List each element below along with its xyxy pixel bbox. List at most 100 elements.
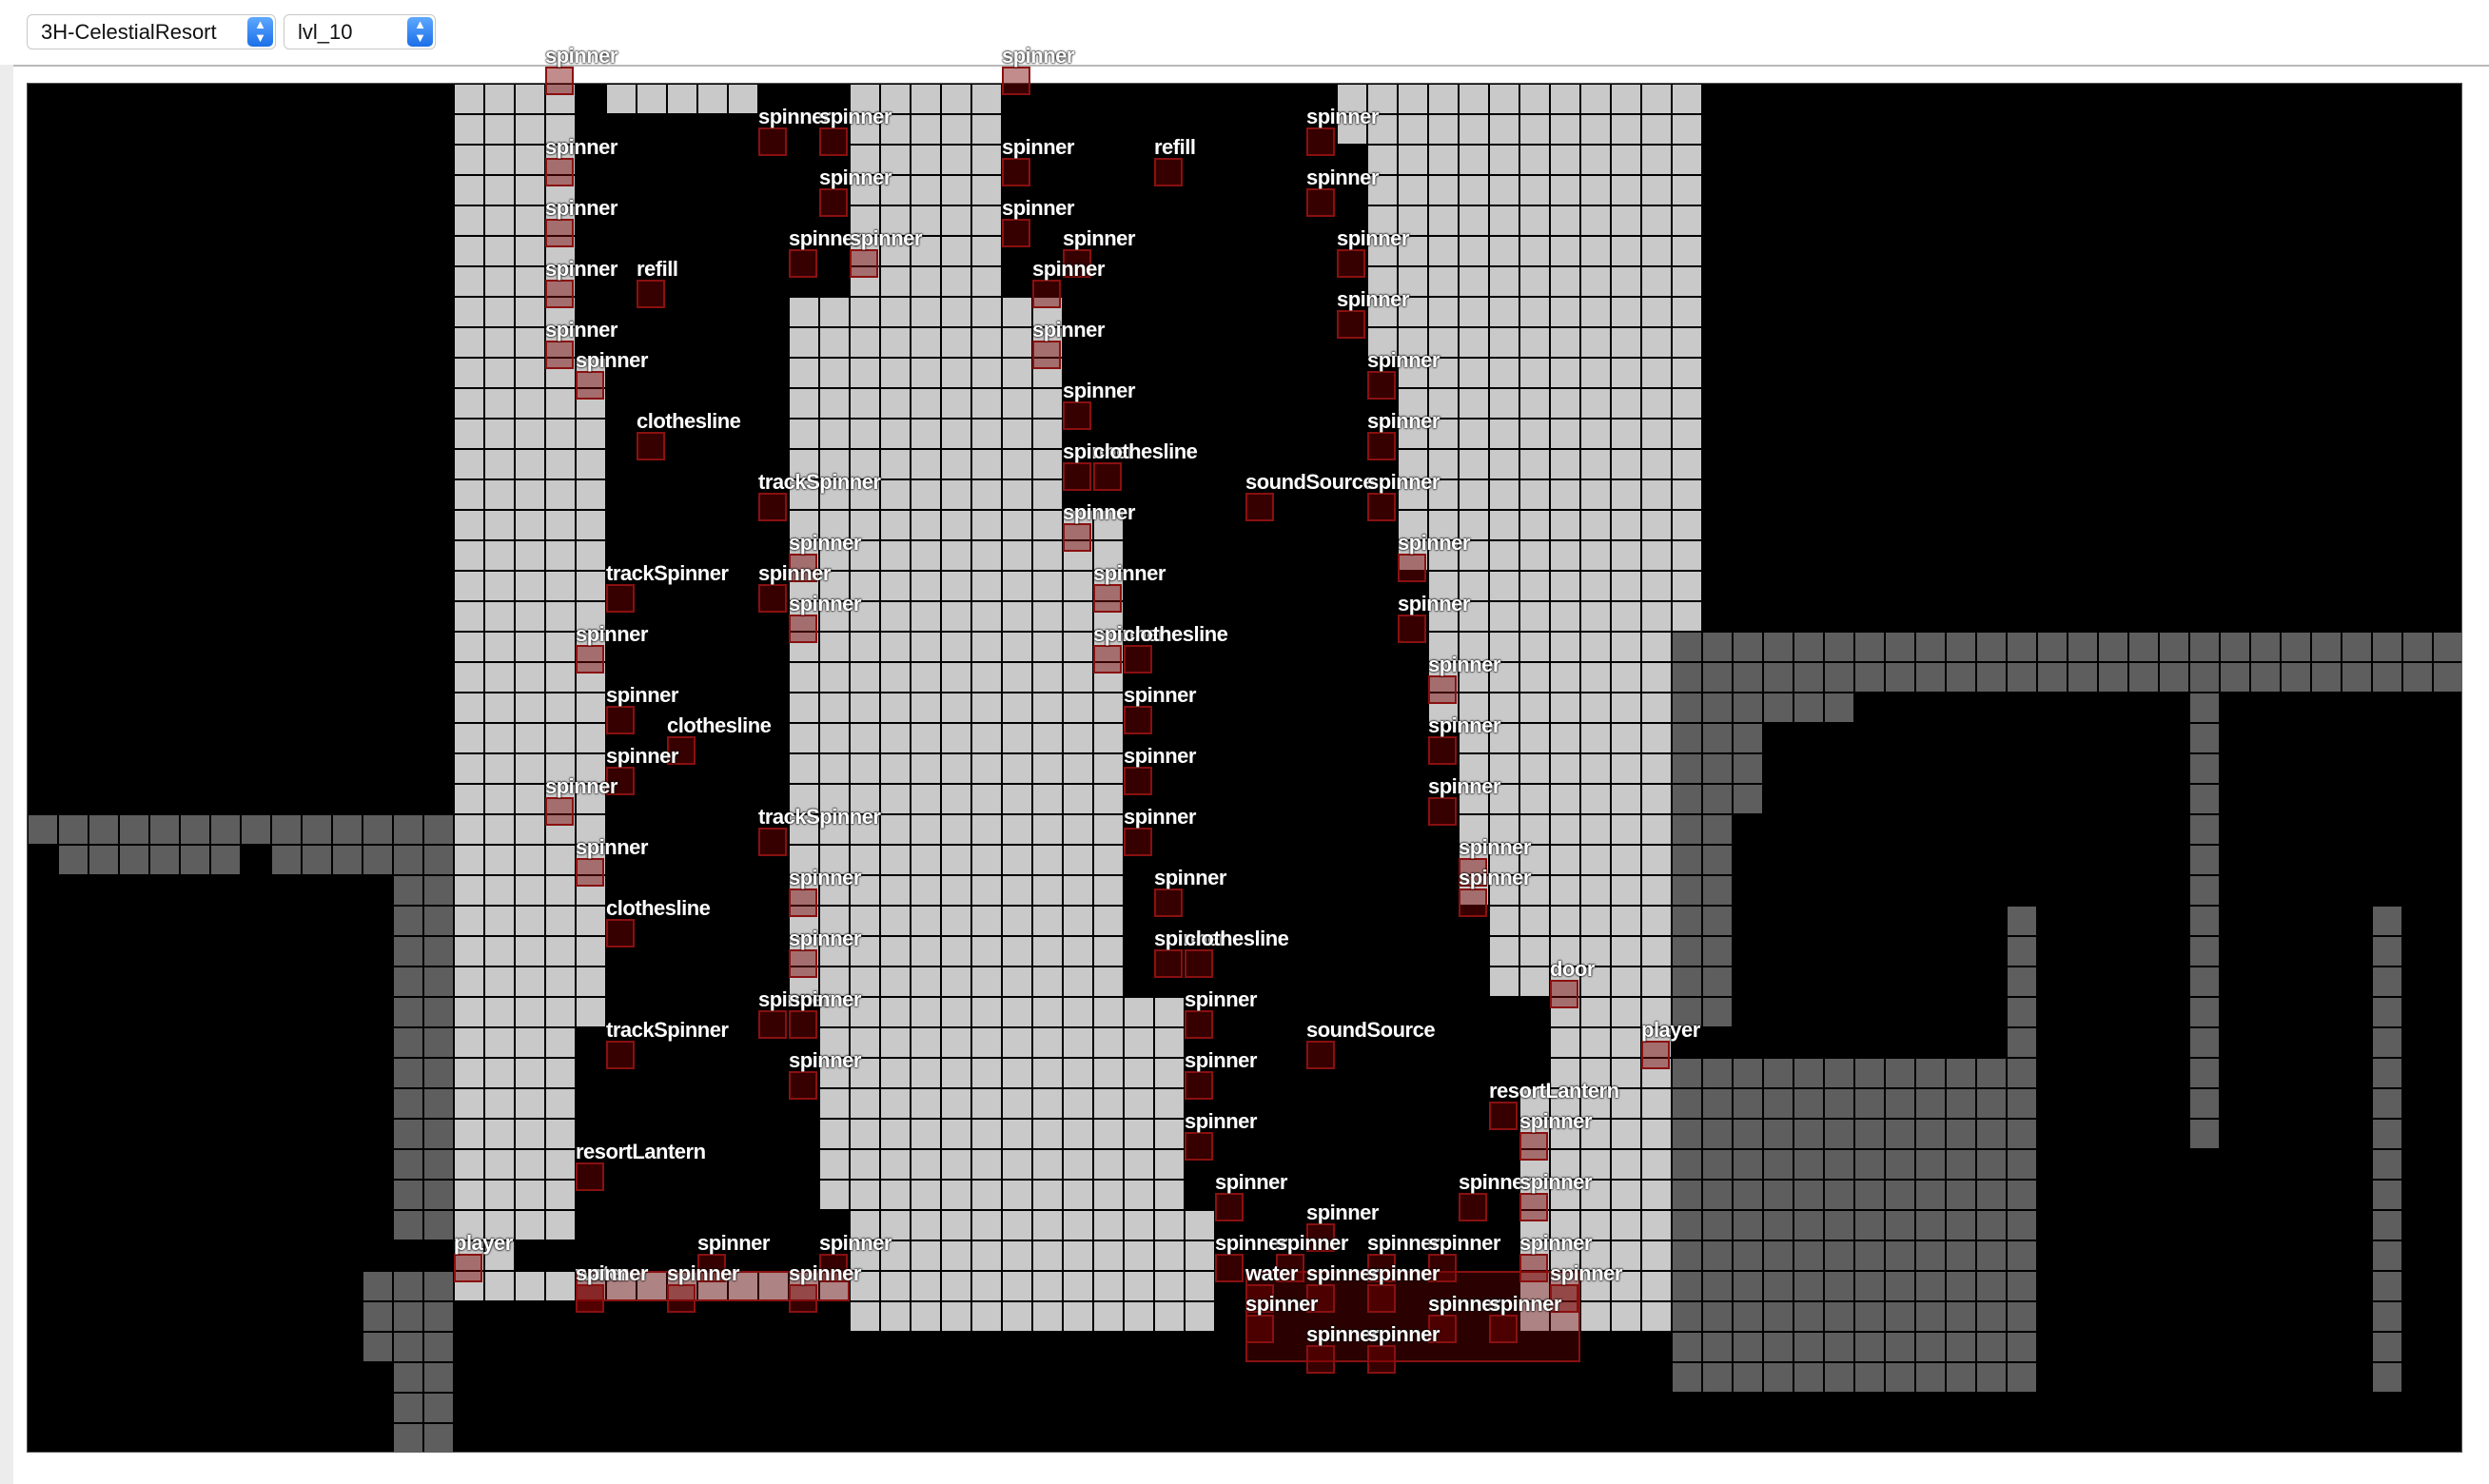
entity-label: trackSpinner xyxy=(758,805,881,829)
level-select[interactable]: lvl_10 ▲ ▼ xyxy=(284,14,436,49)
entity-spinner[interactable] xyxy=(1032,341,1061,369)
entity-spinner[interactable] xyxy=(758,1010,787,1039)
entity-trackspinner[interactable] xyxy=(758,828,787,856)
entity-resortlantern[interactable] xyxy=(1489,1102,1518,1130)
entity-spinner[interactable] xyxy=(1154,888,1183,917)
entity-spinner[interactable] xyxy=(1002,219,1030,247)
entity-spinner[interactable] xyxy=(1519,1193,1548,1221)
entity-spinner[interactable] xyxy=(1489,1315,1518,1343)
entity-label: spinner xyxy=(606,683,678,707)
select-arrows-icon: ▲ ▼ xyxy=(407,17,433,47)
entity-spinner[interactable] xyxy=(1398,554,1426,582)
entity-spinner[interactable] xyxy=(1185,1071,1213,1100)
entity-label: clothesline xyxy=(1093,439,1198,463)
area-select[interactable]: 3H-CelestialResort ▲ ▼ xyxy=(27,14,276,49)
entity-trackspinner[interactable] xyxy=(606,584,635,613)
entity-spinner[interactable] xyxy=(576,858,604,887)
entity-spinner[interactable] xyxy=(1428,675,1457,704)
entity-spinner[interactable] xyxy=(1002,67,1030,95)
entity-spinner[interactable] xyxy=(1215,1254,1244,1282)
entity-resortlantern[interactable] xyxy=(576,1162,604,1191)
level-map[interactable]: spinner spinner spinner spinner spinner spinn… xyxy=(27,44,2462,1453)
entity-spinner[interactable] xyxy=(545,158,574,186)
entity-spinner[interactable] xyxy=(1093,584,1122,613)
entity-spinner[interactable] xyxy=(576,645,604,674)
entity-clothesline[interactable] xyxy=(606,919,635,947)
entity-spinner[interactable] xyxy=(789,888,817,917)
entity-door[interactable] xyxy=(1550,980,1578,1008)
entity-spinner[interactable] xyxy=(545,280,574,308)
entity-spinner[interactable] xyxy=(667,1284,696,1313)
entity-spinner[interactable] xyxy=(1519,1254,1548,1282)
entity-spinner[interactable] xyxy=(789,1071,817,1100)
entity-spinner[interactable] xyxy=(1367,1345,1396,1374)
entity-spinner[interactable] xyxy=(789,949,817,978)
entity-spinner[interactable] xyxy=(576,371,604,400)
entity-spinner[interactable] xyxy=(758,584,787,613)
entity-spinner[interactable] xyxy=(1306,1345,1335,1374)
entity-spinner[interactable] xyxy=(545,797,574,826)
entity-spinner[interactable] xyxy=(789,1284,817,1313)
entity-refill[interactable] xyxy=(1154,158,1183,186)
entity-spinner[interactable] xyxy=(1124,706,1152,734)
entity-clothesline[interactable] xyxy=(1093,462,1122,491)
entity-spinner[interactable] xyxy=(545,341,574,369)
entity-label: spinner xyxy=(789,866,861,889)
entity-spinner[interactable] xyxy=(1154,949,1183,978)
entity-spinner[interactable] xyxy=(1367,1284,1396,1313)
entity-spinner[interactable] xyxy=(1063,401,1091,430)
entity-spinner[interactable] xyxy=(758,127,787,156)
toolbar: 3H-CelestialResort ▲ ▼ lvl_10 ▲ ▼ xyxy=(0,0,2489,67)
entity-spinner[interactable] xyxy=(789,615,817,643)
entity-clothesline[interactable] xyxy=(1124,645,1152,674)
entity-spinner[interactable] xyxy=(850,249,878,278)
entity-spinner[interactable] xyxy=(1185,1132,1213,1161)
entity-spinner[interactable] xyxy=(1459,1193,1487,1221)
entity-label: spinner xyxy=(1063,226,1135,250)
entity-spinner[interactable] xyxy=(1032,280,1061,308)
entity-spinner[interactable] xyxy=(1519,1132,1548,1161)
entity-spinner[interactable] xyxy=(1367,432,1396,460)
entity-spinner[interactable] xyxy=(1337,249,1365,278)
entity-spinner[interactable] xyxy=(1063,523,1091,552)
entity-spinner[interactable] xyxy=(1398,615,1426,643)
entity-spinner[interactable] xyxy=(789,1010,817,1039)
entity-label: spinner xyxy=(1002,135,1074,159)
entity-spinner[interactable] xyxy=(1124,828,1152,856)
entity-spinner[interactable] xyxy=(1124,767,1152,795)
entity-spinner[interactable] xyxy=(789,249,817,278)
entity-label: spinner xyxy=(545,318,617,342)
entity-clothesline[interactable] xyxy=(1185,949,1213,978)
entity-trackspinner[interactable] xyxy=(606,1041,635,1069)
entity-spinner[interactable] xyxy=(1367,371,1396,400)
entity-spinner[interactable] xyxy=(1367,493,1396,521)
entity-spinner[interactable] xyxy=(606,706,635,734)
entity-spinner[interactable] xyxy=(1428,797,1457,826)
entity-spinner[interactable] xyxy=(1306,127,1335,156)
entity-spinner[interactable] xyxy=(1185,1010,1213,1039)
entity-spinner[interactable] xyxy=(576,1284,604,1313)
entity-spinner[interactable] xyxy=(1063,462,1091,491)
entity-spinner[interactable] xyxy=(1459,888,1487,917)
entity-spinner[interactable] xyxy=(545,67,574,95)
entity-spinner[interactable] xyxy=(1306,188,1335,217)
entity-soundsource[interactable] xyxy=(1245,493,1274,521)
entity-spinner[interactable] xyxy=(545,219,574,247)
entity-clothesline[interactable] xyxy=(637,432,665,460)
entity-player[interactable] xyxy=(454,1254,482,1282)
entity-spinner[interactable] xyxy=(819,188,848,217)
entity-label: spinner xyxy=(1398,592,1470,615)
entity-soundsource[interactable] xyxy=(1306,1041,1335,1069)
entity-spinner[interactable] xyxy=(1428,736,1457,765)
entity-label: spinner xyxy=(1459,835,1531,859)
entity-label: spinner xyxy=(1367,348,1440,372)
entity-refill[interactable] xyxy=(637,280,665,308)
entity-trackspinner[interactable] xyxy=(758,493,787,521)
entity-spinner[interactable] xyxy=(819,127,848,156)
entity-spinner[interactable] xyxy=(1215,1193,1244,1221)
entity-player[interactable] xyxy=(1641,1041,1670,1069)
entity-spinner[interactable] xyxy=(1093,645,1122,674)
entity-spinner[interactable] xyxy=(1337,310,1365,339)
entity-spinner[interactable] xyxy=(1245,1315,1274,1343)
entity-spinner[interactable] xyxy=(1002,158,1030,186)
